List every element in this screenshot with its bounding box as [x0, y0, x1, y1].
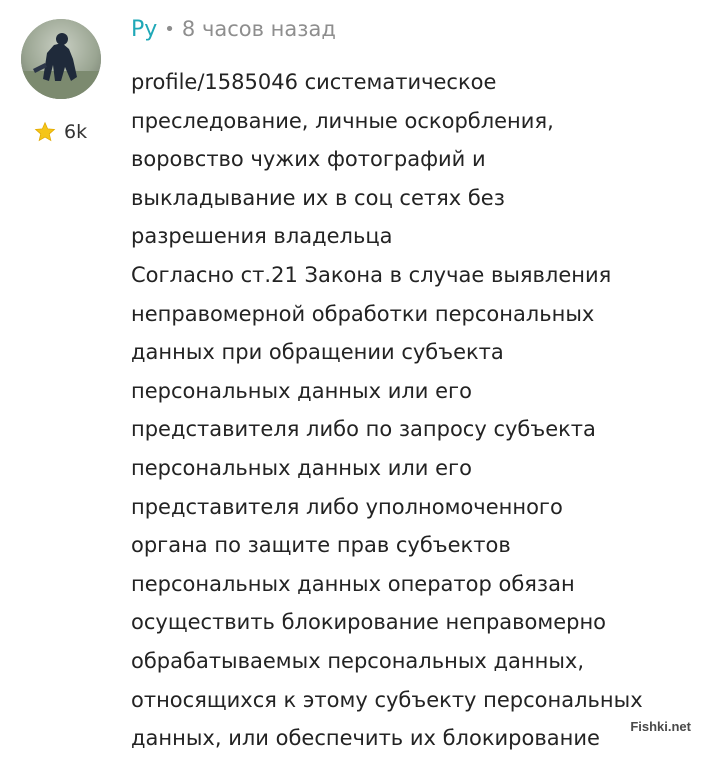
comment-line: органа по защите прав субъектов: [131, 533, 511, 558]
comment-line: данных при обращении субъекта: [131, 340, 504, 365]
comment-line: воровство чужих фотографий и: [131, 147, 486, 172]
author-name[interactable]: Ру: [131, 17, 157, 42]
separator-dot: •: [164, 18, 175, 40]
comment-line: преследование, личные оскорбления,: [131, 108, 554, 133]
comment-line: относящихся к этому субъекту персональны…: [131, 687, 643, 712]
comment-line: Согласно ст.21 Закона в случае выявления: [131, 262, 612, 287]
comment-line: персональных данных оператор обязан: [131, 571, 575, 596]
rating-value: 6k: [64, 121, 88, 143]
comment-body: profile/1585046 систематическое преследо…: [131, 63, 691, 758]
comment-line: обрабатываемых персональных данных,: [131, 648, 585, 673]
comment-line: персональных данных или его: [131, 378, 472, 403]
comment-line: profile/1585046 систематическое: [131, 70, 497, 94]
comment-line: разрешения владельца: [131, 224, 393, 249]
comment-header: Ру • 8 часов назад: [131, 14, 336, 44]
comment-line: представителя либо уполномоченного: [131, 494, 563, 519]
avatar-photo: [21, 19, 101, 99]
comment-line: осуществить блокирование неправомерно: [131, 610, 607, 635]
comment-line: неправомерной обработки персональных: [131, 301, 595, 326]
comment-line: персональных данных или его: [131, 455, 472, 480]
avatar[interactable]: [21, 19, 101, 99]
comment: 6k Ру • 8 часов назад profile/1585046 си…: [0, 0, 701, 750]
comment-line: выкладывание их в соц сетях без: [131, 185, 505, 210]
comment-time: 8 часов назад: [181, 17, 336, 41]
star-icon: [34, 121, 56, 142]
watermark: Fishki.net: [626, 718, 695, 735]
comment-line: представителя либо по запросу субъекта: [131, 417, 596, 442]
rating: 6k: [34, 120, 87, 144]
comment-line: данных, или обеспечить их блокирование: [131, 726, 600, 751]
